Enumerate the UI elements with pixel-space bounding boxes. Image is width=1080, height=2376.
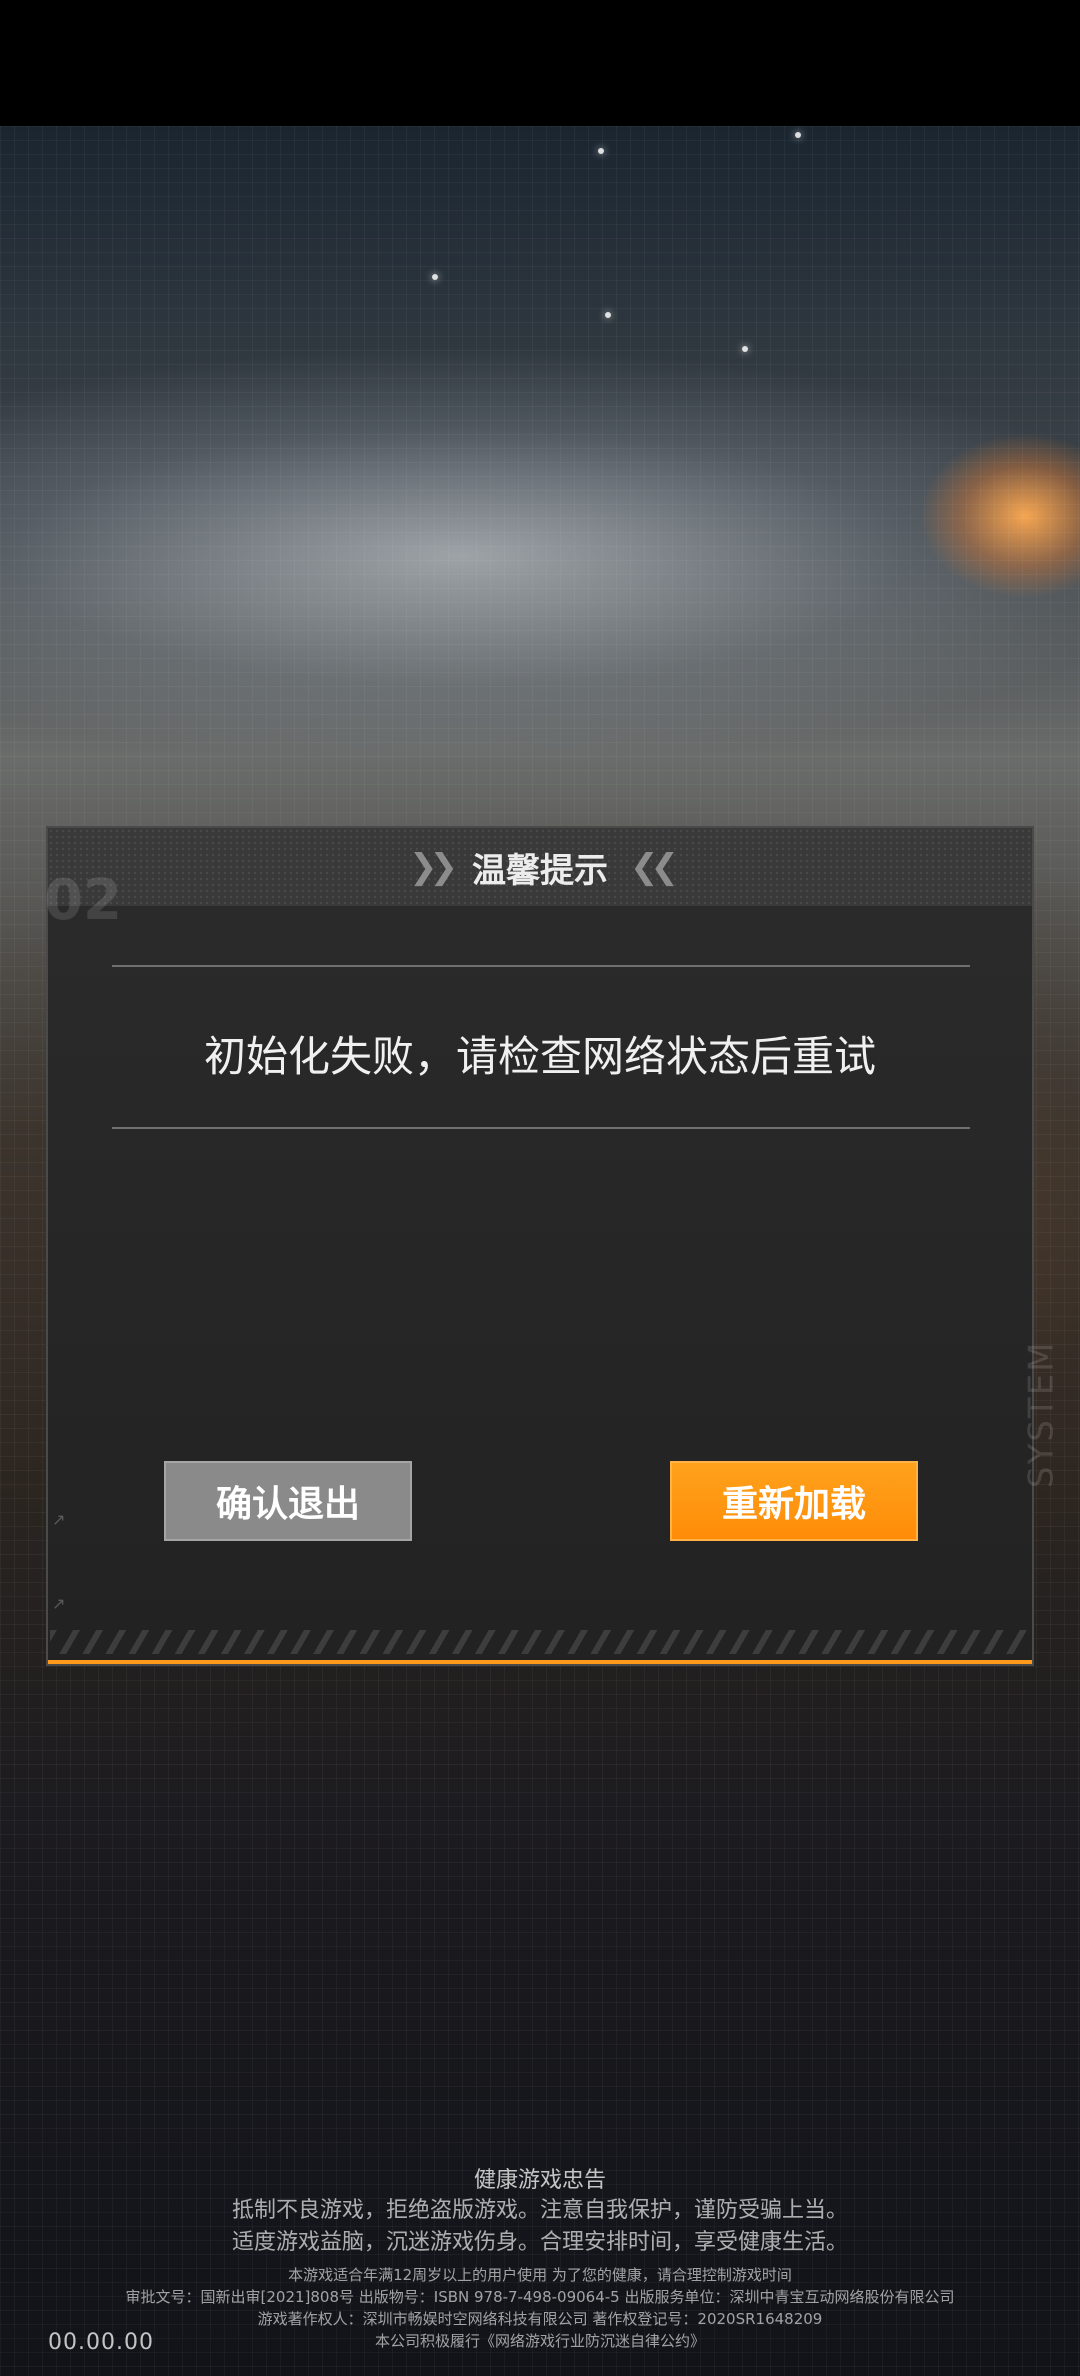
confirm-exit-button[interactable]: 确认退出: [164, 1461, 412, 1541]
chevron-left-icon: ❮❮: [630, 847, 679, 887]
star: [432, 274, 438, 280]
health-notice-line: 抵制不良游戏，拒绝盗版游戏。注意自我保护，谨防受骗上当。: [231, 2198, 848, 2223]
chevron-right-icon: ❯❯: [409, 847, 458, 887]
dialog-title: 温馨提示: [472, 850, 608, 891]
legal-line: 本公司积极履行《网络游戏行业防沉迷自律公约》: [374, 2332, 705, 2350]
legal-line: 本游戏适合年满12周岁以上的用户使用 为了您的健康，请合理控制游戏时间: [288, 2266, 792, 2284]
divider-top: [112, 965, 970, 967]
corner-tick-icon: ↗: [52, 1594, 66, 1613]
legal-line: 审批文号：国新出审[2021]808号 出版物号：ISBN 978-7-498-…: [125, 2288, 955, 2306]
error-message: 初始化失败，请检查网络状态后重试: [203, 1032, 876, 1081]
star: [605, 312, 611, 318]
corner-tick-icon: ↗: [52, 1510, 66, 1529]
star: [598, 148, 604, 154]
legal-line: 游戏著作权人：深圳市畅娱时空网络科技有限公司 著作权登记号：2020SR1648…: [257, 2310, 823, 2328]
star: [742, 346, 748, 352]
status-bar: [0, 0, 1080, 126]
footer-accent-line: [48, 1660, 1032, 1664]
footer-stripes: [50, 1630, 1030, 1654]
divider-bottom: [112, 1127, 970, 1129]
star: [795, 132, 801, 138]
alert-dialog: ❯❯ 温馨提示 ❮❮ 02 初始化失败，请检查网络状态后重试 确认退出 重新加载…: [44, 826, 1062, 1666]
health-notice-line: 适度游戏益脑，沉迷游戏伤身。合理安排时间，享受健康生活。: [231, 2230, 848, 2255]
dialog-header: ❯❯ 温馨提示 ❮❮: [48, 828, 1032, 906]
health-notice-title: 健康游戏忠告: [473, 2168, 606, 2193]
version-label: 00.00.00: [48, 2330, 154, 2355]
system-label: SYSTEM: [1022, 1340, 1062, 1488]
reload-button[interactable]: 重新加载: [670, 1461, 918, 1541]
decorative-number: 02: [44, 868, 122, 933]
